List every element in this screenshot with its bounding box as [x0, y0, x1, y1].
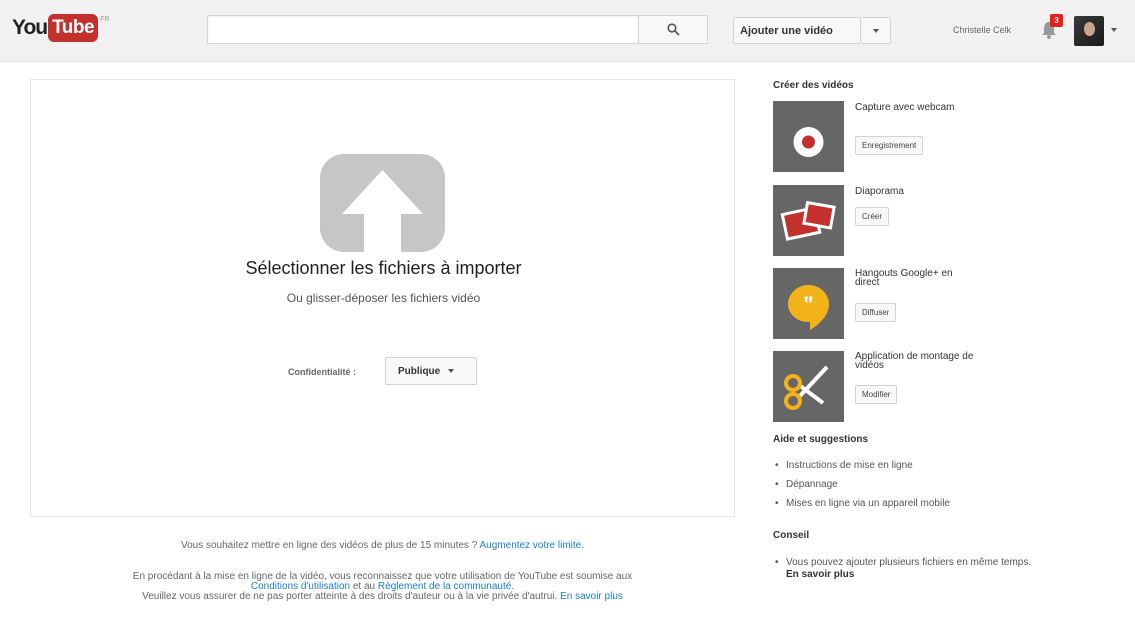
- scissors-icon: [773, 351, 844, 422]
- upload-menu-button[interactable]: [862, 17, 891, 44]
- help-list: Instructions de mise en ligne Dépannage …: [775, 456, 950, 513]
- username[interactable]: Christelle Celk: [953, 25, 1011, 35]
- privacy-value: Publique: [398, 365, 441, 377]
- notification-badge: 3: [1050, 14, 1063, 27]
- slideshow-icon: [773, 185, 844, 256]
- edit-button[interactable]: Modifier: [855, 385, 898, 404]
- logo-tube-text: Tube: [48, 14, 99, 42]
- logo-you-text: You: [12, 16, 48, 39]
- privacy-label: Confidentialité :: [288, 367, 356, 377]
- search-icon: [666, 23, 680, 36]
- webcam-title: Capture avec webcam: [855, 102, 955, 113]
- tip-learn-more-link[interactable]: En savoir plus: [786, 569, 854, 580]
- help-item-mobile-upload[interactable]: Mises en ligne via un appareil mobile: [775, 494, 950, 513]
- youtube-logo[interactable]: You Tube FR: [12, 14, 109, 42]
- help-heading: Aide et suggestions: [773, 434, 869, 445]
- record-icon: [773, 101, 844, 172]
- upload-limit-note: Vous souhaitez mettre en ligne des vidéo…: [0, 540, 765, 551]
- chevron-down-icon: [873, 28, 879, 33]
- create-videos-heading: Créer des vidéos: [773, 80, 854, 91]
- hangouts-title: Hangouts Google+ en direct: [855, 268, 953, 288]
- search-input[interactable]: [207, 15, 638, 44]
- avatar[interactable]: [1074, 16, 1104, 46]
- terms-note: En procédant à la mise en ligne de la vi…: [0, 572, 765, 602]
- upload-title[interactable]: Sélectionner les fichiers à importer: [31, 258, 736, 279]
- learn-more-link[interactable]: En savoir plus: [560, 591, 623, 602]
- create-slideshow-button[interactable]: Créer: [855, 207, 890, 226]
- search-button[interactable]: [638, 15, 708, 44]
- upload-video-button[interactable]: Ajouter une vidéo: [733, 17, 861, 44]
- privacy-select[interactable]: Publique: [385, 357, 477, 385]
- help-item-upload-instructions[interactable]: Instructions de mise en ligne: [775, 456, 950, 475]
- record-button[interactable]: Enregistrement: [855, 136, 924, 155]
- help-item-troubleshooting[interactable]: Dépannage: [775, 475, 950, 494]
- masthead: You Tube FR Ajouter une vidéo Christelle…: [0, 0, 1135, 62]
- video-editor-title: Application de montage de vidéos: [855, 351, 974, 371]
- rights-text: Veuillez vous assurer de ne pas porter a…: [142, 591, 558, 602]
- tip-body: Vous pouvez ajouter plusieurs fichiers e…: [786, 557, 1032, 568]
- chevron-down-icon: [448, 369, 455, 373]
- slideshow-title: Diaporama: [855, 186, 904, 197]
- increase-limit-link[interactable]: Augmentez votre limite.: [480, 540, 585, 551]
- broadcast-button[interactable]: Diffuser: [855, 303, 897, 322]
- hangouts-icon: ": [773, 268, 844, 339]
- video-editor-tile[interactable]: [773, 351, 844, 422]
- tip-heading: Conseil: [773, 530, 810, 541]
- logo-region: FR: [100, 16, 110, 23]
- webcam-tile[interactable]: [773, 101, 844, 172]
- tip-text: Vous pouvez ajouter plusieurs fichiers e…: [775, 557, 1045, 581]
- account-chevron-icon[interactable]: [1111, 28, 1117, 32]
- avatar-face: [1084, 22, 1095, 36]
- svg-text:": ": [803, 292, 813, 317]
- slideshow-tile[interactable]: [773, 185, 844, 256]
- limit-text: Vous souhaitez mettre en ligne des vidéo…: [180, 540, 478, 551]
- upload-subtitle: Ou glisser-déposer les fichiers vidéo: [286, 291, 481, 305]
- upload-dropzone[interactable]: Sélectionner les fichiers à importer Ou …: [30, 79, 735, 517]
- hangouts-tile[interactable]: ": [773, 268, 844, 339]
- upload-arrow-icon[interactable]: [320, 154, 445, 252]
